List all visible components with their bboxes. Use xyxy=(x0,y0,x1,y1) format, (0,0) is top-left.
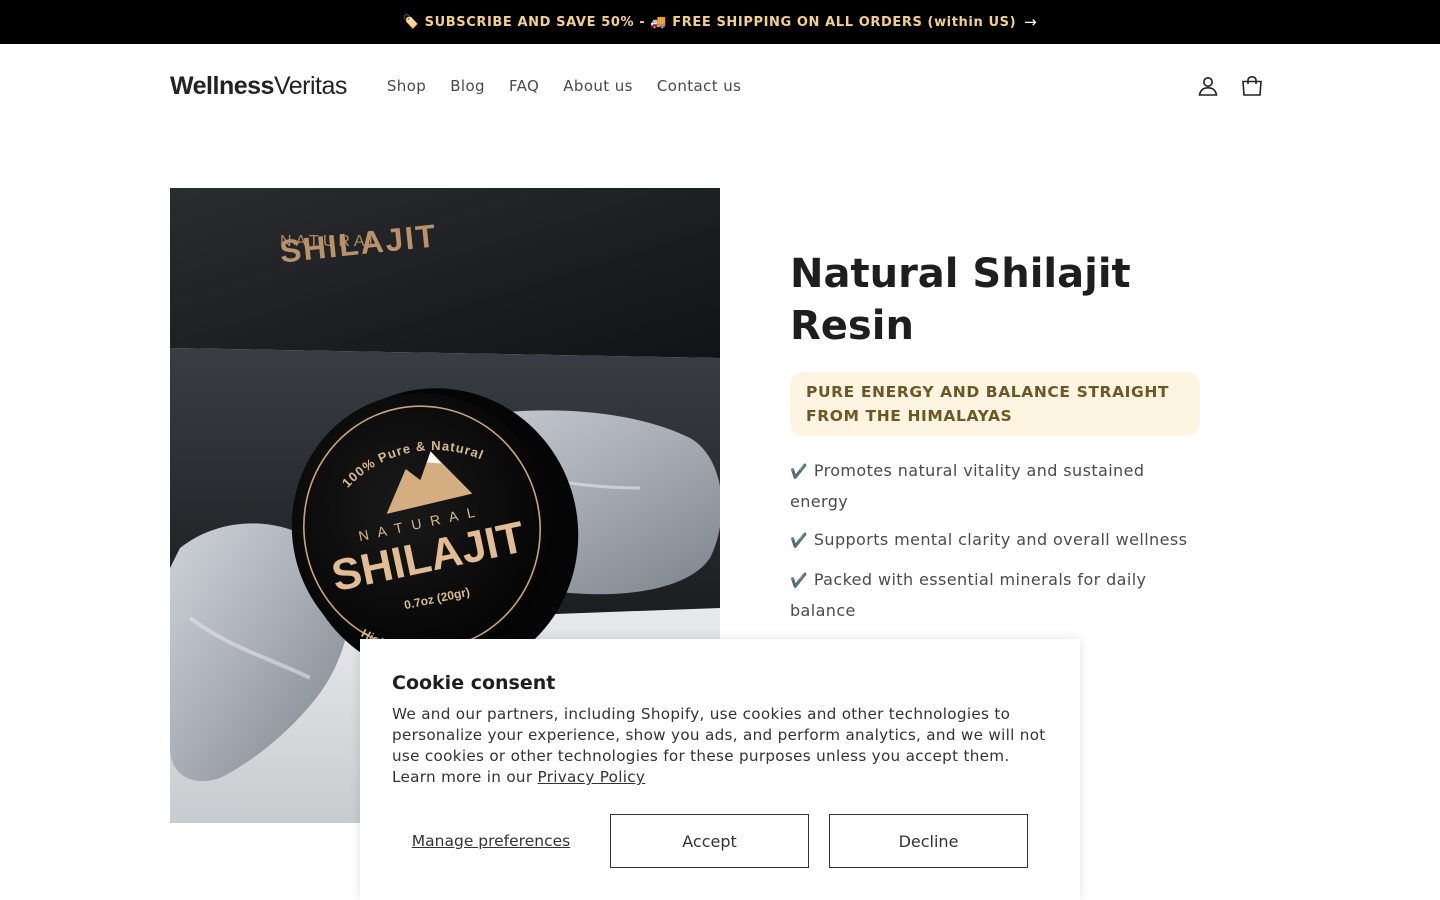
nav-faq[interactable]: FAQ xyxy=(497,77,551,95)
main-nav: Shop Blog FAQ About us Contact us xyxy=(375,77,753,95)
checkmark-icon: ✔️ xyxy=(790,464,808,480)
decline-button[interactable]: Decline xyxy=(829,814,1028,868)
checkmark-icon: ✔️ xyxy=(790,533,808,549)
announcement-bar[interactable]: 🏷️ SUBSCRIBE AND SAVE 50% - 🚚 FREE SHIPP… xyxy=(0,0,1440,44)
nav-contact-us[interactable]: Contact us xyxy=(645,77,753,95)
nav-shop[interactable]: Shop xyxy=(375,77,438,95)
benefit-item: ✔️ Packed with essential minerals for dai… xyxy=(790,570,1147,620)
account-icon[interactable] xyxy=(1196,74,1220,98)
checkmark-icon: ✔️ xyxy=(790,573,808,589)
arrow-right-icon: → xyxy=(1024,13,1038,31)
logo[interactable]: WellnessVeritas xyxy=(170,72,347,101)
nav-about-us[interactable]: About us xyxy=(551,77,645,95)
site-header: WellnessVeritas Shop Blog FAQ About us C… xyxy=(170,44,1270,128)
cart-icon[interactable] xyxy=(1240,74,1264,98)
benefit-item: ✔️ Promotes natural vitality and sustaine… xyxy=(790,461,1145,511)
manage-preferences-button[interactable]: Manage preferences xyxy=(392,832,590,851)
product-info: Natural Shilajit Resin PURE ENERGY AND B… xyxy=(790,248,1200,634)
cookie-body: We and our partners, including Shopify, … xyxy=(392,705,1046,786)
privacy-policy-link[interactable]: Privacy Policy xyxy=(538,768,646,786)
nav-blog[interactable]: Blog xyxy=(438,77,497,95)
cookie-title: Cookie consent xyxy=(392,672,556,694)
product-title: Natural Shilajit Resin xyxy=(790,251,1131,349)
benefits-list: ✔️ Promotes natural vitality and sustaine… xyxy=(790,456,1200,625)
cookie-consent-banner: Cookie consent We and our partners, incl… xyxy=(360,639,1080,900)
announcement-text: 🏷️ SUBSCRIBE AND SAVE 50% - 🚚 FREE SHIPP… xyxy=(402,14,1017,30)
accept-button[interactable]: Accept xyxy=(610,814,809,868)
benefit-item: ✔️ Supports mental clarity and overall we… xyxy=(790,530,1188,549)
product-tagline: PURE ENERGY AND BALANCE STRAIGHT FROM TH… xyxy=(790,372,1200,436)
